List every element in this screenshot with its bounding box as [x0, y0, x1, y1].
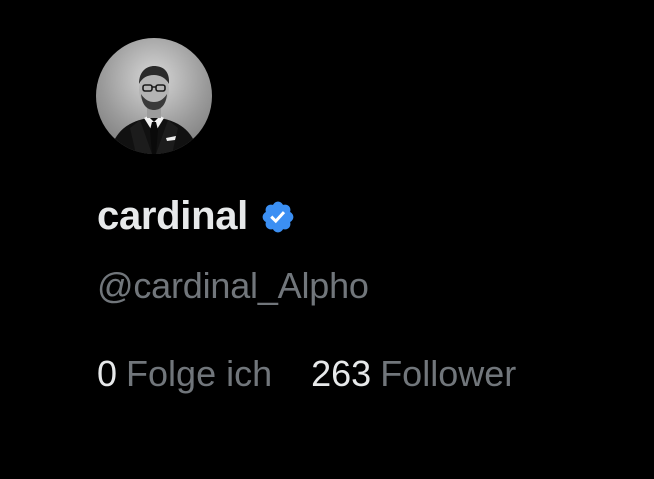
- profile-card: cardinal @cardinal_Alpho 0 Folge ich 263…: [0, 0, 654, 479]
- stats-row: 0 Folge ich 263 Follower: [97, 356, 516, 392]
- display-name-row: cardinal: [97, 190, 296, 242]
- avatar-photo-icon: [110, 66, 198, 154]
- following-count: 0: [97, 353, 118, 394]
- followers-label: Follower: [380, 353, 517, 394]
- following-label: Folge ich: [126, 353, 273, 394]
- following-link[interactable]: 0 Folge ich: [97, 356, 272, 392]
- followers-count: 263: [311, 353, 372, 394]
- verified-badge-icon[interactable]: [260, 199, 296, 235]
- username-handle: @cardinal_Alpho: [97, 265, 369, 306]
- display-name: cardinal: [97, 194, 248, 238]
- followers-link[interactable]: 263 Follower: [311, 356, 516, 392]
- avatar[interactable]: [96, 38, 212, 154]
